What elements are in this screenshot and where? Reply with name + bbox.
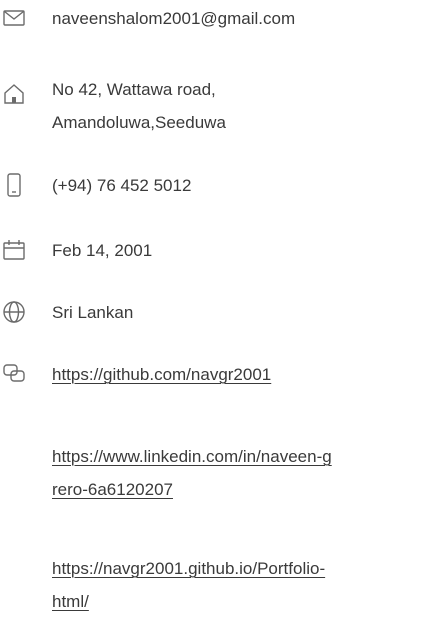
home-icon bbox=[0, 80, 28, 108]
portfolio-link-line-1[interactable]: https://navgr2001.github.io/Portfolio- bbox=[52, 552, 325, 585]
phone-text: (+94) 76 452 5012 bbox=[52, 176, 192, 195]
nationality-row: Sri Lankan bbox=[0, 292, 426, 328]
address-line-1: No 42, Wattawa road, bbox=[52, 80, 216, 99]
calendar-icon bbox=[0, 236, 28, 264]
address-row: No 42, Wattawa road, Amandoluwa,Seeduwa bbox=[0, 70, 426, 140]
nationality-text: Sri Lankan bbox=[52, 303, 134, 322]
birthdate-text: Feb 14, 2001 bbox=[52, 241, 153, 260]
mail-icon bbox=[0, 4, 28, 32]
portfolio-link-line-2[interactable]: html/ bbox=[52, 585, 89, 618]
linkedin-link-line-1[interactable]: https://www.linkedin.com/in/naveen-g bbox=[52, 440, 332, 473]
email-row: naveenshalom2001@gmail.com bbox=[0, 0, 426, 36]
phone-row: (+94) 76 452 5012 bbox=[0, 167, 426, 203]
birthdate-row: Feb 14, 2001 bbox=[0, 232, 426, 268]
linkedin-link-line-2[interactable]: rero-6a6120207 bbox=[52, 473, 173, 506]
phone-icon bbox=[0, 171, 28, 199]
globe-icon bbox=[0, 298, 28, 326]
links-row: https://github.com/navgr2001 https://www… bbox=[0, 356, 426, 613]
email-text: naveenshalom2001@gmail.com bbox=[52, 9, 296, 28]
link-icon bbox=[0, 359, 28, 387]
address-line-2: Amandoluwa,Seeduwa bbox=[52, 113, 226, 132]
github-link[interactable]: https://github.com/navgr2001 bbox=[52, 358, 271, 391]
